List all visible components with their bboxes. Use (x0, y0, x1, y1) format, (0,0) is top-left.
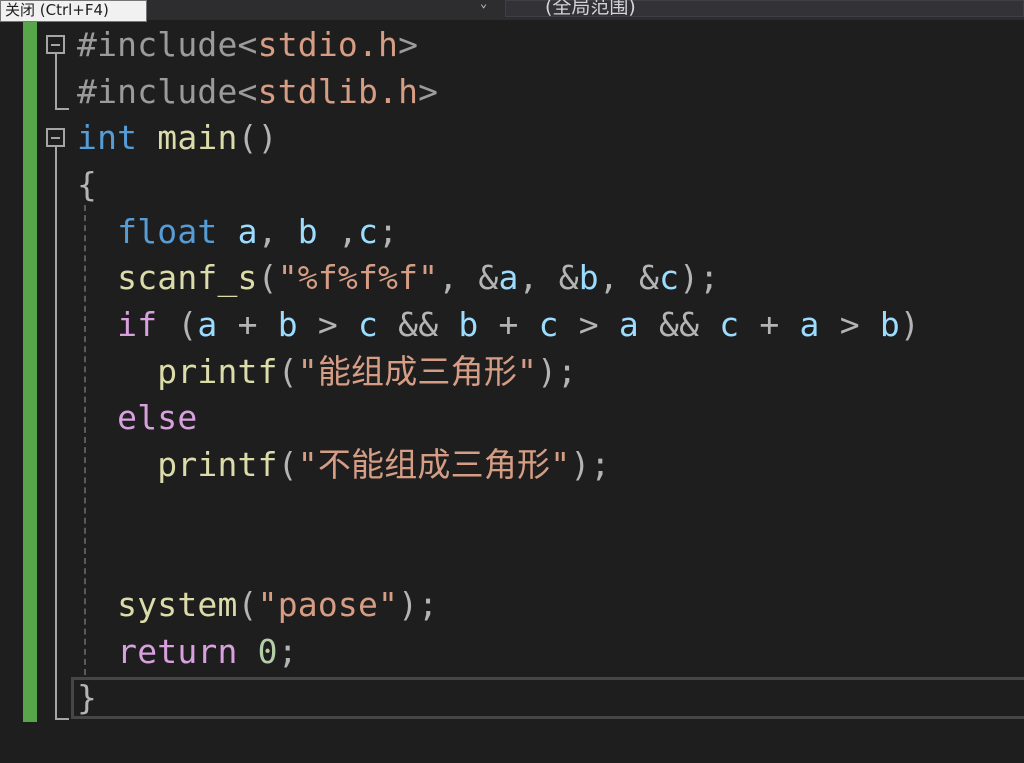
punctuation: ( (277, 352, 298, 391)
punctuation: ( (237, 585, 258, 624)
operator: > (297, 305, 358, 344)
variable: b (578, 258, 599, 297)
close-tab-tooltip: 关闭 (Ctrl+F4) (0, 0, 147, 22)
function-name: scanf_s (117, 258, 258, 297)
string-literal: "不能组成三角形" (297, 445, 571, 484)
fold-guide-end (55, 108, 69, 110)
code-line-9[interactable]: else (77, 398, 197, 438)
code-line-13[interactable]: system("paose"); (77, 585, 438, 625)
number-literal: 0 (257, 632, 278, 671)
type-keyword: int (77, 118, 138, 157)
operator: && (638, 305, 720, 344)
variable: a (498, 258, 519, 297)
code-line-5[interactable]: float a, b ,c; (77, 212, 398, 252)
string-literal: "paose" (257, 585, 399, 624)
code-line-10[interactable]: printf("不能组成三角形"); (77, 445, 610, 485)
operator: > (558, 305, 619, 344)
code-editor-window: 关闭 (Ctrl+F4) ⌄ (全局范围) #include<stdio.h> … (0, 0, 1024, 763)
semicolon: ; (277, 632, 298, 671)
punctuation: , (257, 212, 298, 251)
control-keyword: if (117, 305, 158, 344)
punctuation: ); (570, 445, 611, 484)
code-line-14[interactable]: return 0; (77, 632, 298, 672)
fold-guide-line (55, 147, 57, 720)
variable: a (237, 212, 258, 251)
fold-guide-line (55, 54, 57, 110)
code-line-8[interactable]: printf("能组成三角形"); (77, 352, 577, 392)
punctuation: ) (899, 305, 920, 344)
variable: c (358, 212, 379, 251)
operator: + (217, 305, 278, 344)
variable: b (879, 305, 900, 344)
variable: a (197, 305, 218, 344)
change-tracking-bar (23, 22, 37, 722)
open-brace: { (77, 165, 98, 204)
include-path: stdlib.h (257, 72, 419, 111)
fold-collapse-icon[interactable] (46, 128, 65, 147)
dropdown-arrow-icon[interactable]: ⌄ (480, 0, 487, 10)
punctuation: , (598, 258, 639, 297)
operator: + (739, 305, 800, 344)
function-name: printf (157, 445, 278, 484)
punctuation: , (438, 258, 479, 297)
code-line-7[interactable]: if (a + b > c && b + c > a && c + a > b) (77, 305, 920, 345)
variable: c (357, 305, 379, 344)
punctuation: ( (157, 305, 198, 344)
include-path: stdio.h (257, 25, 399, 64)
operator: & (638, 258, 660, 297)
operator: & (478, 258, 499, 297)
code-line-15[interactable]: } (77, 678, 97, 718)
variable: c (719, 305, 740, 344)
function-name: printf (157, 352, 278, 391)
operator: & (558, 258, 579, 297)
control-keyword: else (117, 398, 198, 437)
variable: a (799, 305, 820, 344)
angle-open: < (237, 72, 258, 111)
code-line-3[interactable]: int main() (77, 118, 278, 158)
angle-close: > (418, 72, 439, 111)
string-literal: "%f%f%f" (277, 258, 439, 297)
variable: b (297, 212, 318, 251)
punctuation: , (317, 212, 358, 251)
control-keyword: return (117, 632, 238, 671)
scope-label: (全局范围) (545, 0, 636, 18)
punctuation: ); (398, 585, 439, 624)
code-line-2[interactable]: #include<stdlib.h> (77, 72, 438, 112)
semicolon: ; (378, 212, 399, 251)
preprocessor-directive: #include (77, 72, 238, 111)
parentheses: () (237, 118, 278, 157)
angle-open: < (237, 25, 258, 64)
fold-collapse-icon[interactable] (46, 35, 65, 54)
variable: b (458, 305, 479, 344)
operator: + (478, 305, 539, 344)
punctuation: ( (257, 258, 278, 297)
angle-close: > (398, 25, 419, 64)
close-brace: } (77, 678, 98, 717)
operator: > (819, 305, 880, 344)
function-name: main (157, 118, 238, 157)
variable: c (659, 258, 680, 297)
function-name: system (117, 585, 238, 624)
punctuation: ( (277, 445, 298, 484)
variable: c (538, 305, 559, 344)
string-literal: "能组成三角形" (297, 352, 538, 391)
punctuation: ); (537, 352, 578, 391)
punctuation: ); (679, 258, 720, 297)
operator: && (378, 305, 459, 344)
variable: b (277, 305, 298, 344)
code-line-4[interactable]: { (77, 165, 97, 205)
current-line-highlight (71, 677, 1024, 719)
code-line-1[interactable]: #include<stdio.h> (77, 25, 418, 65)
fold-guide-end (55, 718, 69, 720)
preprocessor-directive: #include (77, 25, 238, 64)
punctuation: , (518, 258, 559, 297)
variable: a (618, 305, 639, 344)
type-keyword: float (117, 212, 218, 251)
code-line-6[interactable]: scanf_s("%f%f%f", &a, &b, &c); (77, 258, 719, 298)
